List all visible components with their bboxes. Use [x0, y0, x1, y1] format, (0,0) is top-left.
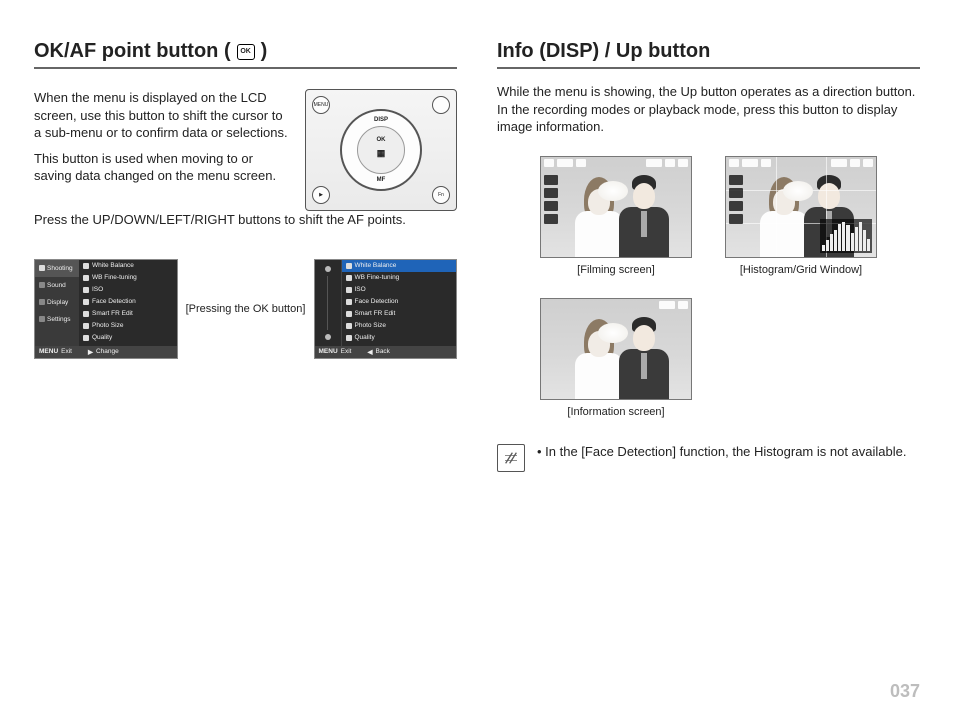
menu-foot-exit: MENUExit — [319, 348, 352, 356]
disp-label: DISP — [342, 117, 420, 123]
fn-button-illus: Fn — [432, 186, 450, 204]
menu-tab-settings: Settings — [35, 311, 79, 328]
info-caption: [Information screen] — [539, 406, 694, 418]
heading-text-b: ) — [261, 40, 268, 63]
info-screen-block: [Information screen] — [539, 298, 694, 418]
histogram-icon — [820, 219, 872, 253]
menu-item: Quality — [342, 332, 457, 344]
menu-item: WB Fine-tuning — [342, 272, 457, 284]
control-dial: DISP MF OK ▦ — [340, 109, 422, 191]
menu-foot-back: ◀Back — [367, 348, 389, 356]
menu-item: Smart FR Edit — [79, 308, 177, 320]
menu-item: Photo Size — [79, 320, 177, 332]
ok-center-label: OK — [358, 137, 404, 143]
pressing-ok-caption: [Pressing the OK button] — [186, 303, 306, 315]
note-icon — [497, 444, 525, 472]
blank-button-illus — [432, 96, 450, 114]
playback-button-illus: ▶ — [312, 186, 330, 204]
camera-controls-illustration: MENU ▶ Fn DISP MF OK ▦ — [305, 89, 457, 211]
ok-button-illus: OK ▦ — [357, 126, 405, 174]
menu-item: ISO — [342, 284, 457, 296]
filming-screen — [540, 156, 692, 258]
af-point-center-icon: ▦ — [358, 149, 404, 158]
menu-tab-display: Display — [35, 294, 79, 311]
menu-item: Photo Size — [342, 320, 457, 332]
para-1: When the menu is displayed on the LCD sc… — [34, 89, 289, 142]
menu-button-illus: MENU — [312, 96, 330, 114]
left-column: OK/AF point button ( OK ) When the menu … — [34, 40, 457, 472]
para-3: Press the UP/DOWN/LEFT/RIGHT buttons to … — [34, 211, 457, 229]
menu-item: Face Detection — [79, 296, 177, 308]
menu-transition-illustration: Shooting Sound Display Settings White Ba… — [34, 259, 457, 359]
heading-text-a: OK/AF point button ( — [34, 40, 231, 63]
para-2: This button is used when moving to or sa… — [34, 150, 289, 185]
mf-label: MF — [342, 177, 420, 183]
information-screen — [540, 298, 692, 400]
right-column: Info (DISP) / Up button While the menu i… — [497, 40, 920, 472]
menu-item: ISO — [79, 284, 177, 296]
menu-item: WB Fine-tuning — [79, 272, 177, 284]
menu-item: Face Detection — [342, 296, 457, 308]
heading-ok-af: OK/AF point button ( OK ) — [34, 40, 457, 69]
menu-item: White Balance — [79, 260, 177, 272]
para-right: While the menu is showing, the Up button… — [497, 83, 920, 136]
filming-caption: [Filming screen] — [539, 264, 694, 276]
menu-tab-shooting: Shooting — [35, 260, 79, 277]
heading-info-disp: Info (DISP) / Up button — [497, 40, 920, 69]
menu-item-selected: White Balance — [342, 260, 457, 272]
note-block: In the [Face Detection] function, the Hi… — [497, 444, 920, 472]
menu-item: Smart FR Edit — [342, 308, 457, 320]
menu-foot-change: ▶Change — [88, 348, 119, 356]
note-text: In the [Face Detection] function, the Hi… — [537, 444, 906, 459]
page-number: 037 — [890, 681, 920, 702]
menu-screenshot-submenu: White Balance WB Fine-tuning ISO Face De… — [314, 259, 458, 359]
histogram-grid-screen — [725, 156, 877, 258]
histogram-caption: [Histogram/Grid Window] — [724, 264, 879, 276]
ok-af-icon: OK — [237, 44, 255, 60]
menu-item: Quality — [79, 332, 177, 344]
menu-tab-sound: Sound — [35, 277, 79, 294]
filming-screen-block: [Filming screen] — [539, 156, 694, 276]
menu-screenshot-main: Shooting Sound Display Settings White Ba… — [34, 259, 178, 359]
menu-foot-exit: MENUExit — [39, 348, 72, 356]
histogram-screen-block: [Histogram/Grid Window] — [724, 156, 879, 276]
